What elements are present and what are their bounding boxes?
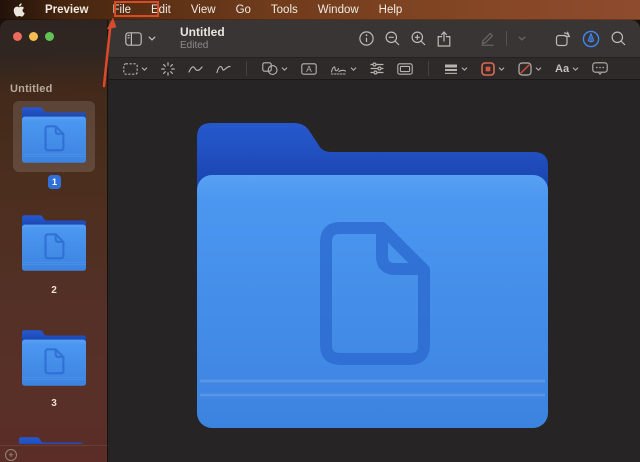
- line-weight-icon: [445, 64, 457, 74]
- sketch-icon: [188, 66, 203, 73]
- instant-alpha-button[interactable]: [161, 61, 175, 76]
- page-number-badge: 1: [48, 175, 61, 189]
- page-number-label: 3: [51, 398, 57, 409]
- minimize-button[interactable]: [29, 32, 38, 41]
- highlight-color-menu[interactable]: [518, 36, 526, 41]
- rotate-button[interactable]: [555, 31, 571, 47]
- fill-color-icon: [518, 61, 532, 76]
- text-box-button[interactable]: A: [301, 62, 317, 75]
- info-icon: [359, 31, 374, 46]
- info-button[interactable]: [359, 31, 374, 46]
- selection-tool-button[interactable]: [123, 62, 148, 75]
- folder-image: [197, 123, 548, 428]
- shapes-button[interactable]: [262, 62, 288, 75]
- svg-text:A: A: [306, 64, 312, 74]
- traffic-lights: [13, 32, 54, 41]
- share-button[interactable]: [437, 30, 451, 47]
- zoom-in-icon: [411, 31, 426, 46]
- selection-icon: [123, 62, 138, 75]
- window-title-block: Untitled Edited: [180, 24, 225, 51]
- window-subtitle: Edited: [180, 39, 209, 51]
- border-color-icon: [481, 61, 495, 76]
- draw-icon: [216, 65, 231, 74]
- highlight-pencil-button[interactable]: [480, 31, 495, 46]
- shapes-icon: [262, 62, 278, 75]
- border-color-button[interactable]: [481, 61, 505, 76]
- chevron-down-icon: [498, 66, 505, 71]
- signature-icon: [330, 65, 347, 75]
- adjust-icon: [370, 62, 384, 75]
- markup-pen-icon: [582, 30, 600, 47]
- annotate-icon: [592, 62, 608, 75]
- sidebar-document-title: Untitled: [10, 83, 53, 95]
- text-style-label: Aa: [555, 62, 570, 75]
- highlight-pencil-icon: [481, 33, 494, 46]
- close-button[interactable]: [13, 32, 22, 41]
- chevron-down-icon: [148, 36, 156, 41]
- markup-toolbar: A Aa: [109, 57, 640, 80]
- page-thumbnail-1[interactable]: [22, 107, 86, 163]
- markup-divider: [428, 61, 429, 76]
- toolbar-divider: [506, 31, 507, 46]
- search-button[interactable]: [611, 31, 626, 46]
- page-number-label: 2: [51, 285, 57, 296]
- chevron-down-icon: [281, 66, 288, 71]
- sidebar-footer: +: [0, 445, 108, 462]
- add-page-button[interactable]: +: [5, 449, 17, 461]
- annotate-button[interactable]: [592, 62, 608, 75]
- menu-item-go[interactable]: Go: [226, 0, 261, 20]
- chevron-down-icon: [141, 66, 148, 71]
- chevron-down-icon: [535, 66, 542, 71]
- page-thumbnail-3[interactable]: [22, 330, 86, 386]
- sidebar-view-menu[interactable]: [148, 36, 156, 41]
- line-weight-button[interactable]: [444, 63, 468, 75]
- menu-item-tools[interactable]: Tools: [261, 0, 308, 20]
- menu-item-view[interactable]: View: [181, 0, 226, 20]
- menu-item-preview[interactable]: Preview: [35, 0, 102, 20]
- apple-menu[interactable]: [0, 2, 35, 17]
- markup-toolbar-toggle-button[interactable]: [582, 30, 600, 48]
- window-title: Untitled: [180, 24, 225, 39]
- signature-button[interactable]: [330, 63, 357, 75]
- menu-item-window[interactable]: Window: [308, 0, 369, 20]
- instant-alpha-icon: [161, 61, 175, 76]
- search-icon: [611, 31, 626, 46]
- annotation-highlight-rect: [114, 1, 159, 17]
- apple-icon: [13, 2, 25, 17]
- document-canvas: [109, 80, 640, 462]
- zoom-in-button[interactable]: [411, 31, 426, 46]
- rotate-icon: [555, 31, 571, 46]
- chevron-down-icon: [518, 36, 526, 41]
- adjust-color-button[interactable]: [370, 62, 384, 75]
- sketch-tool-button[interactable]: [188, 63, 203, 74]
- page-thumbnail-4-partial[interactable]: [19, 437, 83, 444]
- annotation-arrow: [102, 17, 117, 88]
- menu-item-help[interactable]: Help: [369, 0, 413, 20]
- crop-button[interactable]: [397, 62, 413, 75]
- chevron-down-icon: [461, 66, 468, 71]
- title-bar: Untitled Edited: [109, 20, 640, 57]
- sidebar: Untitled 1 2 3 +: [0, 20, 108, 462]
- text-style-button[interactable]: Aa: [555, 63, 579, 75]
- chevron-down-icon: [350, 66, 357, 71]
- zoom-button[interactable]: [45, 32, 54, 41]
- sidebar-toggle-button[interactable]: [125, 31, 142, 46]
- crop-table-icon: [397, 62, 413, 75]
- text-box-icon: A: [301, 62, 317, 75]
- fill-color-button[interactable]: [518, 61, 542, 76]
- page-thumbnail-2[interactable]: [22, 215, 86, 271]
- draw-tool-button[interactable]: [216, 63, 231, 74]
- markup-divider: [246, 61, 247, 76]
- sidebar-toggle-icon: [125, 31, 142, 46]
- share-icon: [437, 30, 451, 47]
- zoom-out-button[interactable]: [385, 31, 400, 46]
- zoom-out-icon: [385, 31, 400, 46]
- chevron-down-icon: [572, 66, 579, 71]
